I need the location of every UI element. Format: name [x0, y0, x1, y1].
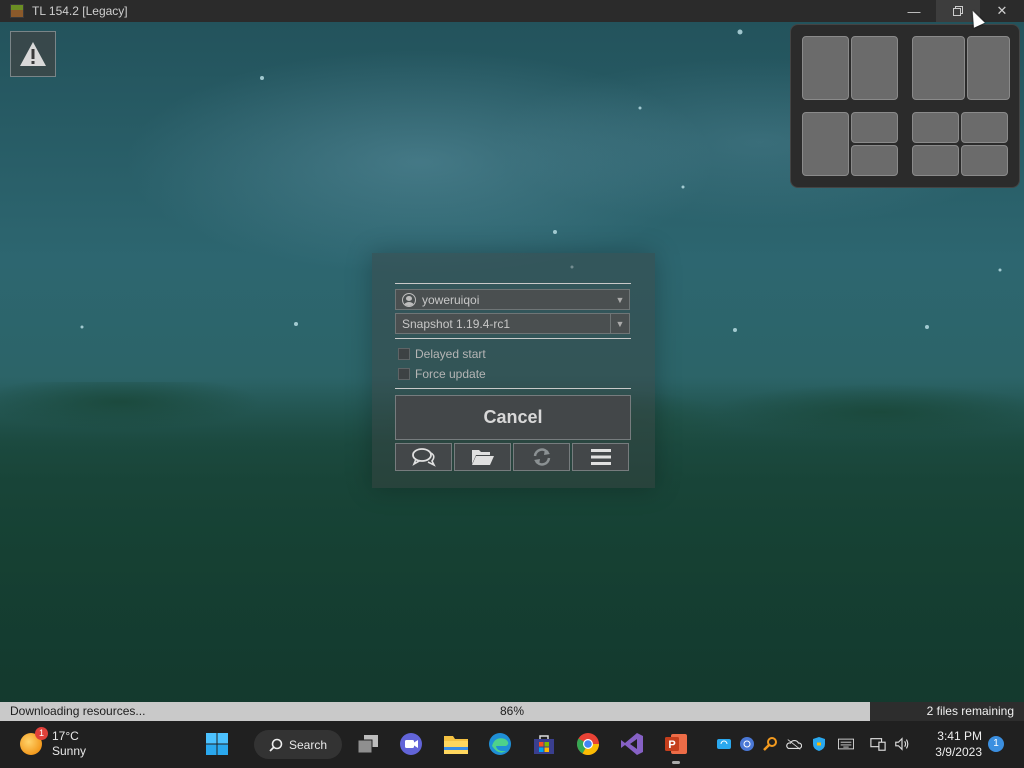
edge-app[interactable] — [487, 731, 513, 757]
search-label: Search — [288, 737, 328, 752]
snap-layout-half-half[interactable] — [802, 36, 898, 100]
snap-zone[interactable] — [912, 112, 959, 143]
active-indicator — [672, 761, 680, 764]
chrome-icon — [577, 733, 599, 755]
task-view-button[interactable] — [355, 731, 381, 757]
visual-studio-icon — [621, 733, 643, 755]
weather-temp: 17°C — [52, 729, 79, 743]
minimize-button[interactable]: — — [892, 0, 936, 22]
force-update-option[interactable]: Force update — [398, 366, 486, 382]
chevron-down-icon[interactable]: ▼ — [610, 314, 629, 333]
warning-icon — [20, 42, 46, 66]
weather-badge: 1 — [35, 727, 48, 740]
windows-icon — [206, 733, 228, 755]
search-tray-icon[interactable] — [763, 736, 779, 752]
snap-zone[interactable] — [851, 36, 898, 100]
meet-app[interactable] — [398, 731, 424, 757]
taskbar-search[interactable]: Search — [254, 730, 342, 759]
snap-zone[interactable] — [802, 36, 849, 100]
store-app[interactable] — [531, 731, 557, 757]
menu-icon — [590, 449, 611, 465]
launcher-toolbar — [395, 443, 629, 471]
window-controls: — ✕ — [892, 0, 1024, 22]
window-title: TL 154.2 [Legacy] — [32, 4, 128, 18]
version-name: Snapshot 1.19.4-rc1 — [402, 316, 511, 331]
snap-zone[interactable] — [961, 145, 1008, 176]
snap-zone[interactable] — [912, 145, 959, 176]
cancel-button[interactable]: Cancel — [395, 395, 631, 440]
svg-text:P: P — [668, 739, 675, 751]
delayed-start-option[interactable]: Delayed start — [398, 346, 486, 362]
snap-zone[interactable] — [851, 145, 898, 176]
snap-layouts-flyout — [790, 24, 1020, 188]
snap-layout-quadrants[interactable] — [912, 112, 1008, 176]
delayed-start-label: Delayed start — [415, 347, 486, 361]
visual-studio-app[interactable] — [619, 731, 645, 757]
onedrive-tray-icon[interactable] — [786, 736, 802, 752]
file-explorer-app[interactable] — [443, 731, 469, 757]
divider — [395, 283, 631, 284]
snap-zone[interactable] — [961, 112, 1008, 143]
start-button[interactable] — [204, 731, 230, 757]
chevron-down-icon: ▼ — [615, 294, 625, 305]
files-remaining: 2 files remaining — [926, 704, 1014, 718]
account-select[interactable]: yoweruiqoi ▼ — [395, 289, 630, 310]
refresh-button[interactable] — [513, 443, 570, 471]
taskbar: 1 17°C Sunny Search P 3:41 PM 3/9/2023 1 — [0, 721, 1024, 768]
video-call-icon — [400, 733, 422, 755]
weather-widget[interactable]: 1 17°C Sunny — [20, 727, 87, 759]
chat-icon — [411, 448, 436, 467]
snap-zone[interactable] — [967, 36, 1010, 100]
task-view-icon — [357, 735, 378, 754]
folder-icon — [471, 450, 494, 465]
weather-condition: Sunny — [52, 744, 87, 758]
open-folder-button[interactable] — [454, 443, 511, 471]
clock-date: 3/9/2023 — [935, 745, 982, 759]
snap-layout-big-stacked[interactable] — [802, 112, 898, 176]
close-button[interactable]: ✕ — [980, 0, 1024, 22]
progress-percent: 86% — [500, 704, 525, 718]
divider — [395, 388, 631, 389]
delayed-start-checkbox[interactable] — [398, 348, 410, 360]
restore-icon — [953, 6, 963, 16]
powerpoint-app[interactable]: P — [663, 731, 689, 757]
security-tray-icon[interactable] — [811, 736, 827, 752]
snap-zone[interactable] — [912, 36, 965, 100]
menu-button[interactable] — [572, 443, 629, 471]
progress-status: Downloading resources... — [10, 704, 146, 718]
network-tray-icon[interactable] — [870, 736, 886, 752]
keyboard-tray-icon[interactable] — [838, 736, 854, 752]
snap-zone[interactable] — [802, 112, 849, 176]
account-name: yoweruiqoi — [422, 292, 480, 307]
remote-tray-icon[interactable] — [739, 736, 755, 752]
system-clock[interactable]: 3:41 PM 3/9/2023 — [920, 728, 982, 760]
snap-zone[interactable] — [851, 112, 898, 143]
sun-icon: 1 — [20, 727, 48, 755]
version-select[interactable]: Snapshot 1.19.4-rc1 ▼ — [395, 313, 630, 334]
volume-tray-icon[interactable] — [894, 736, 910, 752]
divider — [395, 338, 631, 339]
folder-icon — [444, 736, 468, 754]
edge-icon — [489, 733, 511, 755]
chrome-app[interactable] — [575, 731, 601, 757]
app-icon — [10, 4, 24, 18]
user-icon — [402, 292, 416, 307]
force-update-label: Force update — [415, 367, 486, 381]
chat-button[interactable] — [395, 443, 452, 471]
title-bar: TL 154.2 [Legacy] — ✕ — [0, 0, 1024, 22]
warning-button[interactable] — [10, 31, 56, 77]
search-icon — [269, 738, 283, 752]
snap-layout-two-thirds[interactable] — [912, 36, 1010, 100]
sync-tray-icon[interactable] — [716, 736, 732, 752]
refresh-icon — [533, 448, 550, 466]
download-progress-bar: Downloading resources... 86% 2 files rem… — [0, 702, 1024, 721]
store-icon — [534, 735, 554, 754]
powerpoint-icon: P — [665, 734, 687, 754]
notification-badge[interactable]: 1 — [988, 736, 1004, 752]
force-update-checkbox[interactable] — [398, 368, 410, 380]
clock-time: 3:41 PM — [937, 729, 982, 743]
